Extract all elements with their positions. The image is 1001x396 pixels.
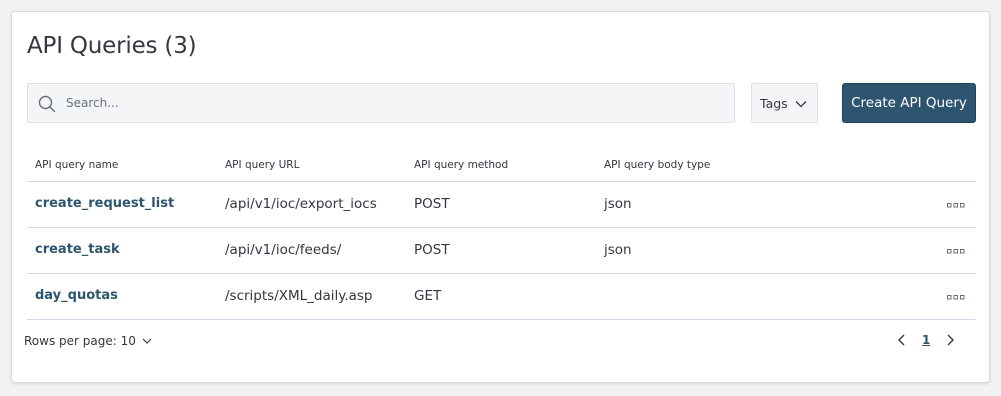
table-row: create_task /api/v1/ioc/feeds/ POST json — [27, 228, 976, 274]
page-title: API Queries (3) — [27, 33, 197, 59]
chevron-down-icon — [142, 338, 152, 344]
search-input[interactable] — [66, 84, 726, 122]
query-url: /api/v1/ioc/feeds/ — [225, 242, 342, 258]
more-actions-icon[interactable] — [947, 247, 965, 255]
create-api-query-button[interactable]: Create API Query — [842, 83, 976, 123]
query-method: POST — [414, 242, 450, 258]
api-queries-table: API query name API query URL API query m… — [27, 144, 976, 320]
more-actions-icon[interactable] — [947, 293, 965, 301]
chevron-right-icon[interactable] — [944, 333, 956, 347]
query-body-type: json — [604, 196, 632, 212]
page-number-current[interactable]: 1 — [922, 333, 930, 347]
pagination: 1 — [896, 332, 956, 348]
search-icon — [38, 95, 56, 113]
query-body-type: json — [604, 242, 632, 258]
query-name-link[interactable]: create_task — [35, 242, 120, 257]
query-name-link[interactable]: day_quotas — [35, 288, 118, 303]
table-header: API query name API query URL API query m… — [27, 144, 976, 182]
query-method: POST — [414, 196, 450, 212]
table-row: day_quotas /scripts/XML_daily.asp GET — [27, 274, 976, 320]
tags-button-label: Tags — [760, 95, 788, 111]
query-name-link[interactable]: create_request_list — [35, 196, 174, 211]
tags-filter-button[interactable]: Tags — [751, 83, 818, 123]
column-header-url[interactable]: API query URL — [225, 159, 299, 171]
query-url: /scripts/XML_daily.asp — [225, 288, 373, 304]
column-header-method[interactable]: API query method — [414, 159, 508, 171]
query-url: /api/v1/ioc/export_iocs — [225, 196, 377, 212]
column-header-body-type[interactable]: API query body type — [604, 159, 710, 171]
chevron-left-icon[interactable] — [896, 333, 908, 347]
search-bar[interactable] — [27, 83, 735, 123]
rows-per-page-label: Rows per page: 10 — [24, 334, 136, 348]
rows-per-page-selector[interactable]: Rows per page: 10 — [24, 334, 152, 348]
query-method: GET — [414, 288, 442, 304]
table-row: create_request_list /api/v1/ioc/export_i… — [27, 182, 976, 228]
column-header-name[interactable]: API query name — [35, 159, 118, 171]
api-queries-panel: API Queries (3) Tags Create API Query AP… — [11, 11, 990, 383]
chevron-down-icon — [795, 101, 807, 108]
more-actions-icon[interactable] — [947, 201, 965, 209]
